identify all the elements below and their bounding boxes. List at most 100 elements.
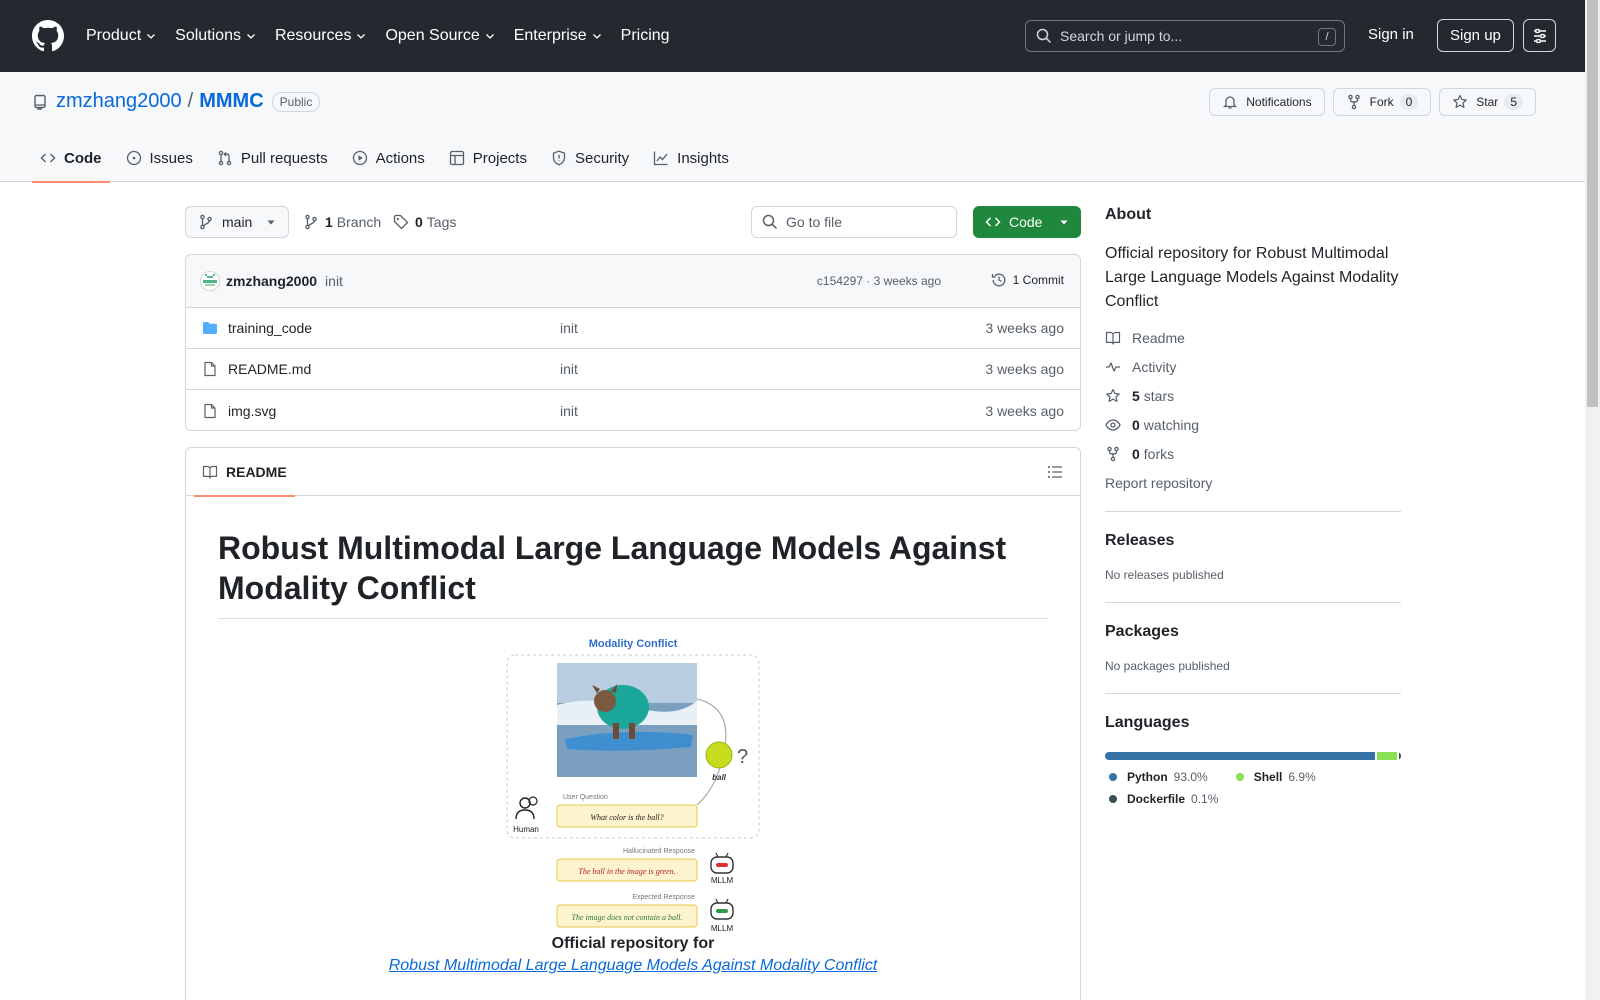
language-name: Dockerfile: [1127, 792, 1186, 806]
fork-button[interactable]: Fork 0: [1332, 88, 1432, 116]
nav-product[interactable]: Product: [86, 27, 157, 45]
activity-link[interactable]: Activity: [1105, 359, 1401, 375]
readme-link[interactable]: Readme: [1105, 330, 1401, 346]
tag-label: Tags: [426, 214, 457, 230]
forks-label: forks: [1143, 446, 1175, 462]
star-button[interactable]: Star 5: [1439, 88, 1536, 116]
folder-icon: [203, 322, 217, 334]
language-item[interactable]: Dockerfile 0.1%: [1109, 792, 1218, 806]
commit-history-link[interactable]: 1 Commit: [991, 272, 1064, 288]
branch-icon: [305, 214, 317, 230]
repo-name-link[interactable]: MMMC: [199, 90, 263, 113]
code-icon: [40, 153, 56, 163]
tab-actions[interactable]: Actions: [344, 134, 433, 182]
robot-icon: [710, 898, 734, 920]
nav-resources[interactable]: Resources: [275, 27, 367, 45]
tab-actions-label: Actions: [375, 149, 425, 167]
tab-insights[interactable]: Insights: [645, 134, 737, 182]
nav-pricing[interactable]: Pricing: [621, 27, 670, 45]
watching-label: watching: [1143, 417, 1200, 433]
pull-request-icon: [218, 150, 232, 166]
releases-heading[interactable]: Releases: [1105, 532, 1401, 550]
watching-count: 0: [1132, 417, 1140, 433]
caret-down-icon: [1060, 220, 1068, 225]
nav-enterprise[interactable]: Enterprise: [514, 27, 603, 45]
nav-resources-label: Resources: [274, 27, 352, 44]
go-to-file-input[interactable]: Go to file: [751, 206, 957, 238]
file-row[interactable]: img.svg init 3 weeks ago: [186, 390, 1080, 430]
branch-selector[interactable]: main: [185, 206, 289, 238]
tab-pull-requests[interactable]: Pull requests: [209, 134, 336, 182]
tab-code[interactable]: Code: [32, 134, 110, 183]
file-icon: [204, 361, 216, 377]
branches-link[interactable]: 1 Branch: [303, 214, 381, 230]
fork-count: 0: [1399, 94, 1419, 110]
file-list: zmzhang2000 init c154297 · 3 weeks ago 1…: [185, 254, 1081, 431]
commit-message-link[interactable]: init: [325, 273, 343, 289]
language-bar-segment: [1399, 752, 1401, 760]
avatar[interactable]: [200, 271, 220, 291]
list-icon[interactable]: [1047, 464, 1063, 480]
search-shortcut-key: /: [1318, 28, 1336, 46]
language-bar: [1105, 752, 1401, 760]
branch-label: Branch: [336, 214, 382, 230]
github-logo-icon[interactable]: [32, 20, 64, 52]
forks-link[interactable]: 0 forks: [1105, 446, 1401, 462]
releases-section: Releases No releases published: [1105, 511, 1401, 582]
history-icon: [991, 273, 1006, 287]
repo-title: zmzhang2000 / MMMC Public: [32, 90, 321, 113]
file-commit-message[interactable]: init: [560, 320, 578, 336]
notifications-button[interactable]: Notifications: [1209, 88, 1325, 116]
search-input[interactable]: Search or jump to... /: [1025, 20, 1345, 52]
file-commit-message[interactable]: init: [560, 361, 578, 377]
file-date: 3 weeks ago: [985, 320, 1064, 336]
file-name-link[interactable]: training_code: [228, 320, 312, 336]
menu-button[interactable]: [1523, 19, 1556, 52]
watchers-link[interactable]: 0 watching: [1105, 417, 1401, 433]
commit-count-label: 1 Commit: [1012, 273, 1064, 287]
nav-enterprise-label: Enterprise: [513, 27, 587, 44]
readme-panel: README Robust Multimodal Large Language …: [185, 447, 1081, 1000]
language-item[interactable]: Shell 6.9%: [1235, 770, 1316, 784]
tab-projects[interactable]: Projects: [441, 134, 535, 182]
sign-up-button[interactable]: Sign up: [1437, 19, 1514, 52]
file-row[interactable]: training_code init 3 weeks ago: [186, 308, 1080, 349]
tag-count: 0: [415, 214, 423, 230]
tab-issues-label: Issues: [149, 149, 193, 167]
code-icon: [985, 217, 1001, 227]
user-question: What color is the ball?: [590, 813, 663, 822]
play-icon: [352, 150, 367, 166]
chevron-down-icon: [592, 34, 601, 39]
releases-note: No releases published: [1105, 568, 1224, 582]
book-icon: [1105, 331, 1121, 345]
nav-solutions[interactable]: Solutions: [175, 27, 257, 45]
commit-meta[interactable]: c154297 · 3 weeks ago: [817, 274, 941, 288]
language-item[interactable]: Python 93.0%: [1109, 770, 1208, 784]
commit-author-link[interactable]: zmzhang2000: [226, 273, 317, 289]
tab-issues[interactable]: Issues: [118, 134, 201, 182]
file-commit-message[interactable]: init: [560, 403, 578, 419]
book-icon: [202, 465, 218, 479]
file-row[interactable]: README.md init 3 weeks ago: [186, 349, 1080, 390]
sign-in-link[interactable]: Sign in: [1368, 26, 1414, 43]
tab-security[interactable]: Security: [543, 134, 637, 182]
file-name-link[interactable]: README.md: [228, 361, 311, 377]
packages-heading[interactable]: Packages: [1105, 623, 1401, 641]
branch-count: 1: [325, 214, 333, 230]
report-repository-link[interactable]: Report repository: [1105, 475, 1401, 491]
stars-link[interactable]: 5 stars: [1105, 388, 1401, 404]
scrollbar-thumb[interactable]: [1587, 0, 1598, 407]
readme-tab[interactable]: README: [194, 448, 295, 497]
page-scrollbar[interactable]: [1585, 0, 1600, 1000]
nav-open-source[interactable]: Open Source: [385, 27, 495, 45]
tags-link[interactable]: 0 Tags: [393, 214, 456, 230]
latest-commit: zmzhang2000 init c154297 · 3 weeks ago 1…: [186, 255, 1080, 308]
language-percent: 93.0%: [1173, 770, 1208, 784]
code-dropdown-button[interactable]: Code: [973, 206, 1081, 238]
tab-projects-label: Projects: [472, 149, 527, 167]
repo-icon: [34, 94, 46, 110]
repo-owner-link[interactable]: zmzhang2000: [56, 90, 182, 113]
paper-link[interactable]: Robust Multimodal Large Language Models …: [218, 957, 1048, 975]
file-name-link[interactable]: img.svg: [228, 403, 276, 419]
chevron-down-icon: [357, 34, 366, 39]
